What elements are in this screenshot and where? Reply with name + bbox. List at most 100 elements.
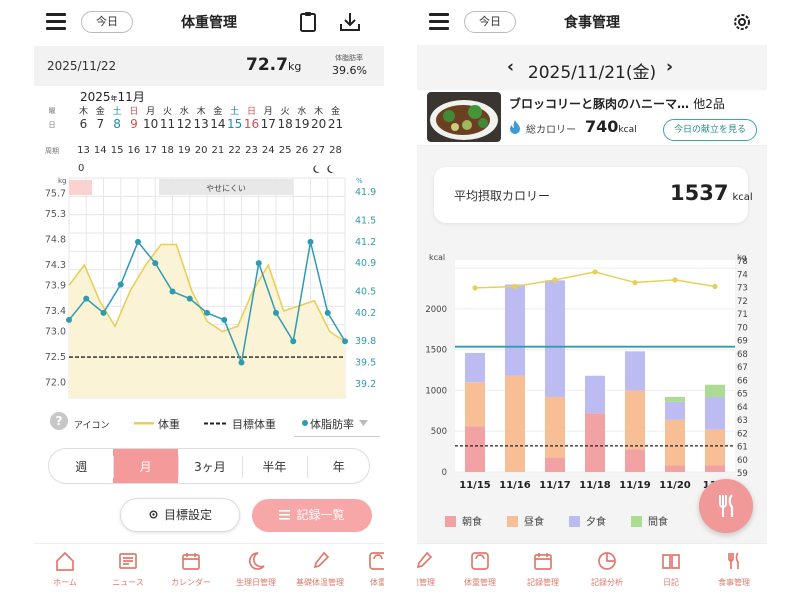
- clipboard-icon[interactable]: [296, 10, 320, 34]
- period-tab[interactable]: 月: [113, 449, 178, 483]
- body-fat-point: [204, 309, 210, 316]
- right-tick-label: 72: [737, 297, 748, 307]
- x-tick-label: 11/16: [499, 480, 531, 491]
- calendar-day[interactable]: 日 16: [243, 104, 260, 131]
- nav-item[interactable]: ニュース: [98, 550, 158, 588]
- calendar-day[interactable]: 木 20: [310, 104, 327, 131]
- menu-icon[interactable]: [46, 13, 66, 30]
- nav-item[interactable]: 記録管理: [513, 550, 573, 588]
- moon-icon: [248, 552, 265, 570]
- bar-segment: [705, 384, 725, 397]
- nav-item[interactable]: 基礎体温管理: [290, 550, 350, 588]
- cycle-row-label: 周期: [45, 147, 59, 155]
- today-button[interactable]: 今日: [81, 11, 133, 33]
- nav-item[interactable]: 食事管理: [704, 550, 764, 588]
- meal-name: ブロッコリーと豚肉のハニーマ… 他2品: [509, 97, 725, 111]
- chevron-down-icon[interactable]: [359, 420, 368, 426]
- bar-segment: [625, 390, 645, 450]
- nav-item[interactable]: 体重: [348, 550, 384, 588]
- bar-segment: [465, 382, 485, 427]
- right-tick-label: 39.8: [355, 336, 376, 347]
- nav-item[interactable]: 体重管理: [450, 550, 510, 588]
- left-tick-label: 74.8: [45, 234, 66, 245]
- calendar-date: 15: [227, 117, 243, 131]
- cycle-day: 27: [312, 145, 326, 156]
- todays-menu-button[interactable]: 今日の献立を見る: [663, 119, 757, 141]
- calendar-day[interactable]: 日9: [125, 104, 142, 131]
- right-tick-label: 78: [737, 257, 748, 267]
- left-tick-label: 75.3: [45, 209, 66, 220]
- body-fat-point: [324, 309, 331, 316]
- average-calories-label: 平均摂取カロリー: [454, 189, 551, 203]
- right-tick-label: 66: [737, 376, 748, 386]
- nav-item-label: 食事管理: [718, 578, 750, 587]
- calendar-icon: [182, 553, 200, 570]
- nav-item[interactable]: 温管理: [417, 550, 453, 588]
- calendar-day[interactable]: 金 21: [327, 104, 344, 131]
- total-calories: 740kcal: [585, 117, 637, 136]
- legend-body-fat-select[interactable]: 体脂肪率: [310, 416, 354, 432]
- calendar-day[interactable]: 月 10: [142, 104, 159, 131]
- cycle-day: 15: [110, 145, 124, 156]
- calendar-weekday: 月: [146, 107, 156, 117]
- today-button[interactable]: 今日: [464, 11, 516, 33]
- thermometer-icon: [313, 551, 330, 569]
- weight-header: 今日 体重管理: [34, 0, 384, 45]
- nav-item[interactable]: 日記: [641, 550, 701, 588]
- x-tick-label: 11/19: [619, 480, 651, 491]
- right-tick-label: 40.5: [355, 287, 376, 298]
- calorie-chart[interactable]: kcal kg2000150010005000787473727170696867…: [417, 240, 767, 500]
- body-fat-point: [221, 316, 228, 323]
- weight-point: [672, 277, 678, 283]
- nav-item[interactable]: 生理日管理: [226, 550, 286, 588]
- calendar-day[interactable]: 火 18: [277, 104, 294, 131]
- menu-icon[interactable]: [429, 13, 449, 30]
- nav-item[interactable]: 記録分析: [577, 550, 637, 588]
- goal-settings-button[interactable]: 目標設定: [120, 498, 240, 532]
- cycle-day: 18: [161, 145, 174, 156]
- add-meal-button[interactable]: [699, 479, 753, 533]
- right-tick-label: 73: [737, 284, 748, 294]
- period-tab[interactable]: 半年: [242, 449, 306, 483]
- calendar-day[interactable]: 土 15: [226, 104, 243, 131]
- body-fat-point: [307, 238, 314, 245]
- period-tab[interactable]: 3ヶ月: [178, 449, 242, 483]
- nav-item[interactable]: カレンダー: [161, 550, 221, 588]
- calendar-day[interactable]: 金7: [92, 104, 109, 131]
- calendar-weekday: 火: [162, 107, 172, 117]
- nav-item[interactable]: ホーム: [35, 550, 95, 588]
- weekday-row-label: 曜: [48, 107, 56, 115]
- calendar-day[interactable]: 月 17: [260, 104, 277, 131]
- calendar-date: 9: [130, 117, 138, 131]
- help-icon[interactable]: ?: [50, 412, 68, 430]
- bar-segment: [705, 465, 725, 472]
- weight-point: [632, 279, 638, 286]
- left-tick-label: 1500: [425, 346, 447, 356]
- right-tick-label: 74: [737, 270, 748, 280]
- calendar-day[interactable]: 金 14: [209, 104, 226, 131]
- average-calories-card: 平均摂取カロリー 1537 kcal: [434, 167, 753, 223]
- calendar-day[interactable]: 木6: [75, 104, 92, 131]
- calendar-day[interactable]: 土8: [109, 104, 126, 131]
- cycle-day: 17: [144, 145, 158, 156]
- download-icon[interactable]: [338, 10, 362, 34]
- period-tab[interactable]: 週: [49, 449, 113, 483]
- meal-card[interactable]: ブロッコリーと豚肉のハニーマ… 他2品 総カロリー 740kcal 今日の献立を…: [417, 90, 767, 146]
- period-tab[interactable]: 年: [307, 449, 369, 483]
- left-tick-label: 73.4: [45, 306, 66, 317]
- calendar-day[interactable]: 木 13: [193, 104, 210, 131]
- gear-icon[interactable]: [730, 10, 754, 34]
- legend-swatch: [631, 516, 642, 527]
- legend-item: 夕食: [569, 513, 606, 528]
- tab-divider: [113, 456, 115, 478]
- calendar-day[interactable]: 水 19: [293, 104, 310, 131]
- tab-divider: [306, 456, 308, 478]
- weight-chart[interactable]: やせにくい kg % 75.7 75.3 74.8 74.3 73.9 73.4 73.0 72.5…: [34, 160, 384, 405]
- next-day-button[interactable]: ›: [666, 57, 673, 77]
- body-fat-point: [117, 281, 124, 288]
- calendar-weekday: 土: [230, 107, 240, 117]
- nav-item-label: 日記: [663, 578, 679, 587]
- calendar-day[interactable]: 火 11: [159, 104, 176, 131]
- records-list-button[interactable]: 記録一覧: [252, 499, 372, 532]
- calendar-day[interactable]: 水 12: [176, 104, 193, 131]
